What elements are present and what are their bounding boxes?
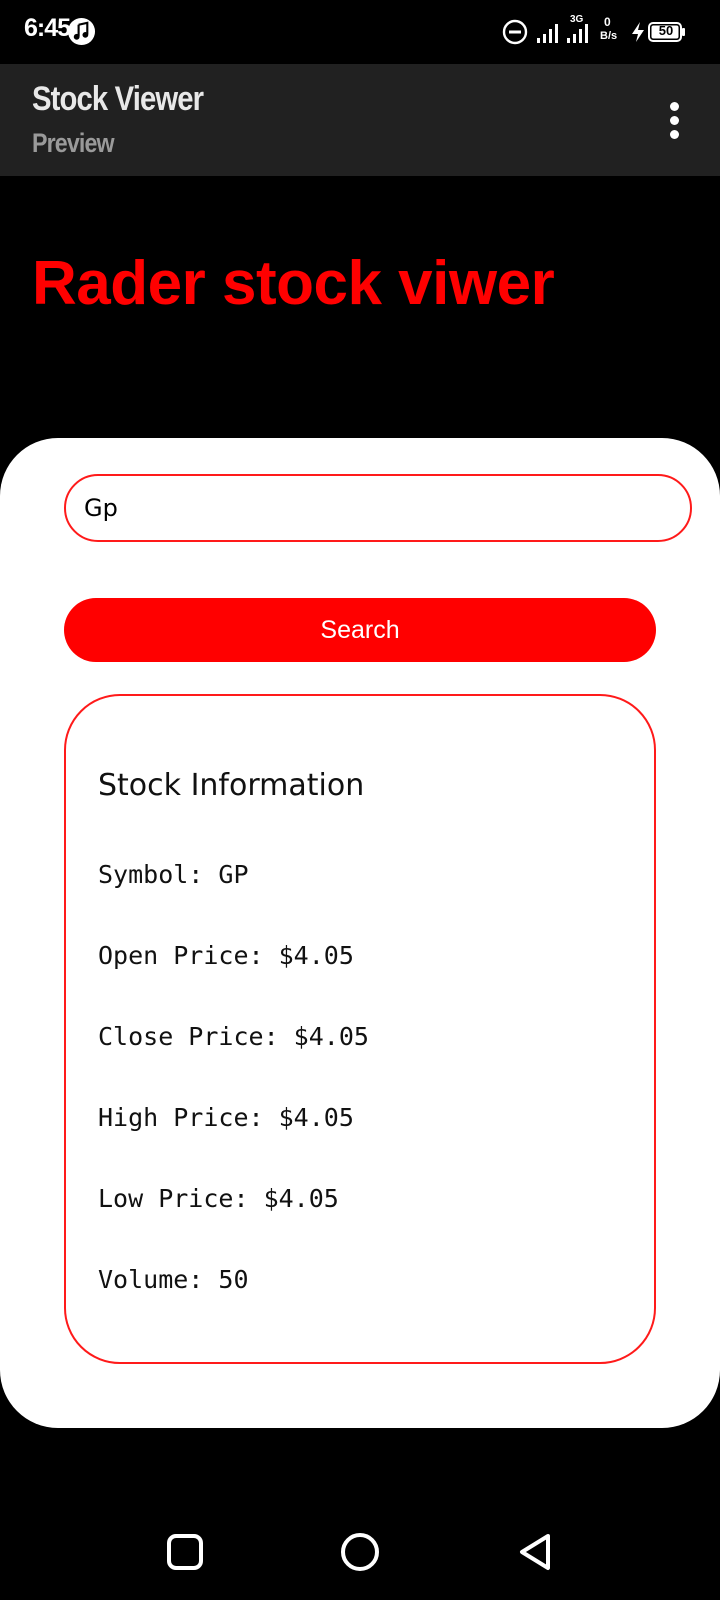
search-input[interactable] [64, 474, 692, 542]
recents-icon[interactable] [163, 1530, 207, 1574]
data-rate-value: 0 [604, 15, 611, 29]
status-bar: 6:45 3G 0 B/s 50 [0, 0, 720, 64]
overflow-menu-icon[interactable] [668, 102, 680, 140]
stock-open-price: Open Price: $4.05 [98, 941, 354, 970]
back-icon[interactable] [514, 1530, 558, 1574]
battery-level: 50 [658, 23, 674, 38]
stock-low-price: Low Price: $4.05 [98, 1184, 339, 1213]
app-subtitle: Preview [32, 128, 115, 158]
charging-icon [632, 22, 644, 42]
stock-symbol: Symbol: GP [98, 860, 249, 889]
page-headline: Rader stock viwer [32, 249, 555, 318]
stock-info-title: Stock Information [98, 768, 365, 803]
search-button[interactable]: Search [64, 598, 656, 662]
stock-high-price: High Price: $4.05 [98, 1103, 354, 1132]
status-time: 6:45 [24, 14, 71, 42]
stock-volume: Volume: 50 [98, 1265, 249, 1294]
stock-close-price: Close Price: $4.05 [98, 1022, 369, 1051]
home-icon[interactable] [338, 1530, 382, 1574]
do-not-disturb-icon [502, 19, 528, 45]
stock-info-card: Stock Information Symbol: GP Open Price:… [64, 694, 656, 1364]
network-type: 3G [570, 14, 584, 25]
status-icons: 3G 0 B/s 50 [502, 14, 702, 48]
signal-icon [537, 24, 558, 43]
music-icon [67, 17, 96, 46]
app-bar: Stock Viewer Preview [0, 64, 720, 176]
main-card: Search Stock Information Symbol: GP Open… [0, 438, 720, 1428]
navigation-bar [0, 1500, 720, 1600]
data-rate-unit: B/s [600, 30, 618, 42]
app-title: Stock Viewer [32, 80, 204, 118]
